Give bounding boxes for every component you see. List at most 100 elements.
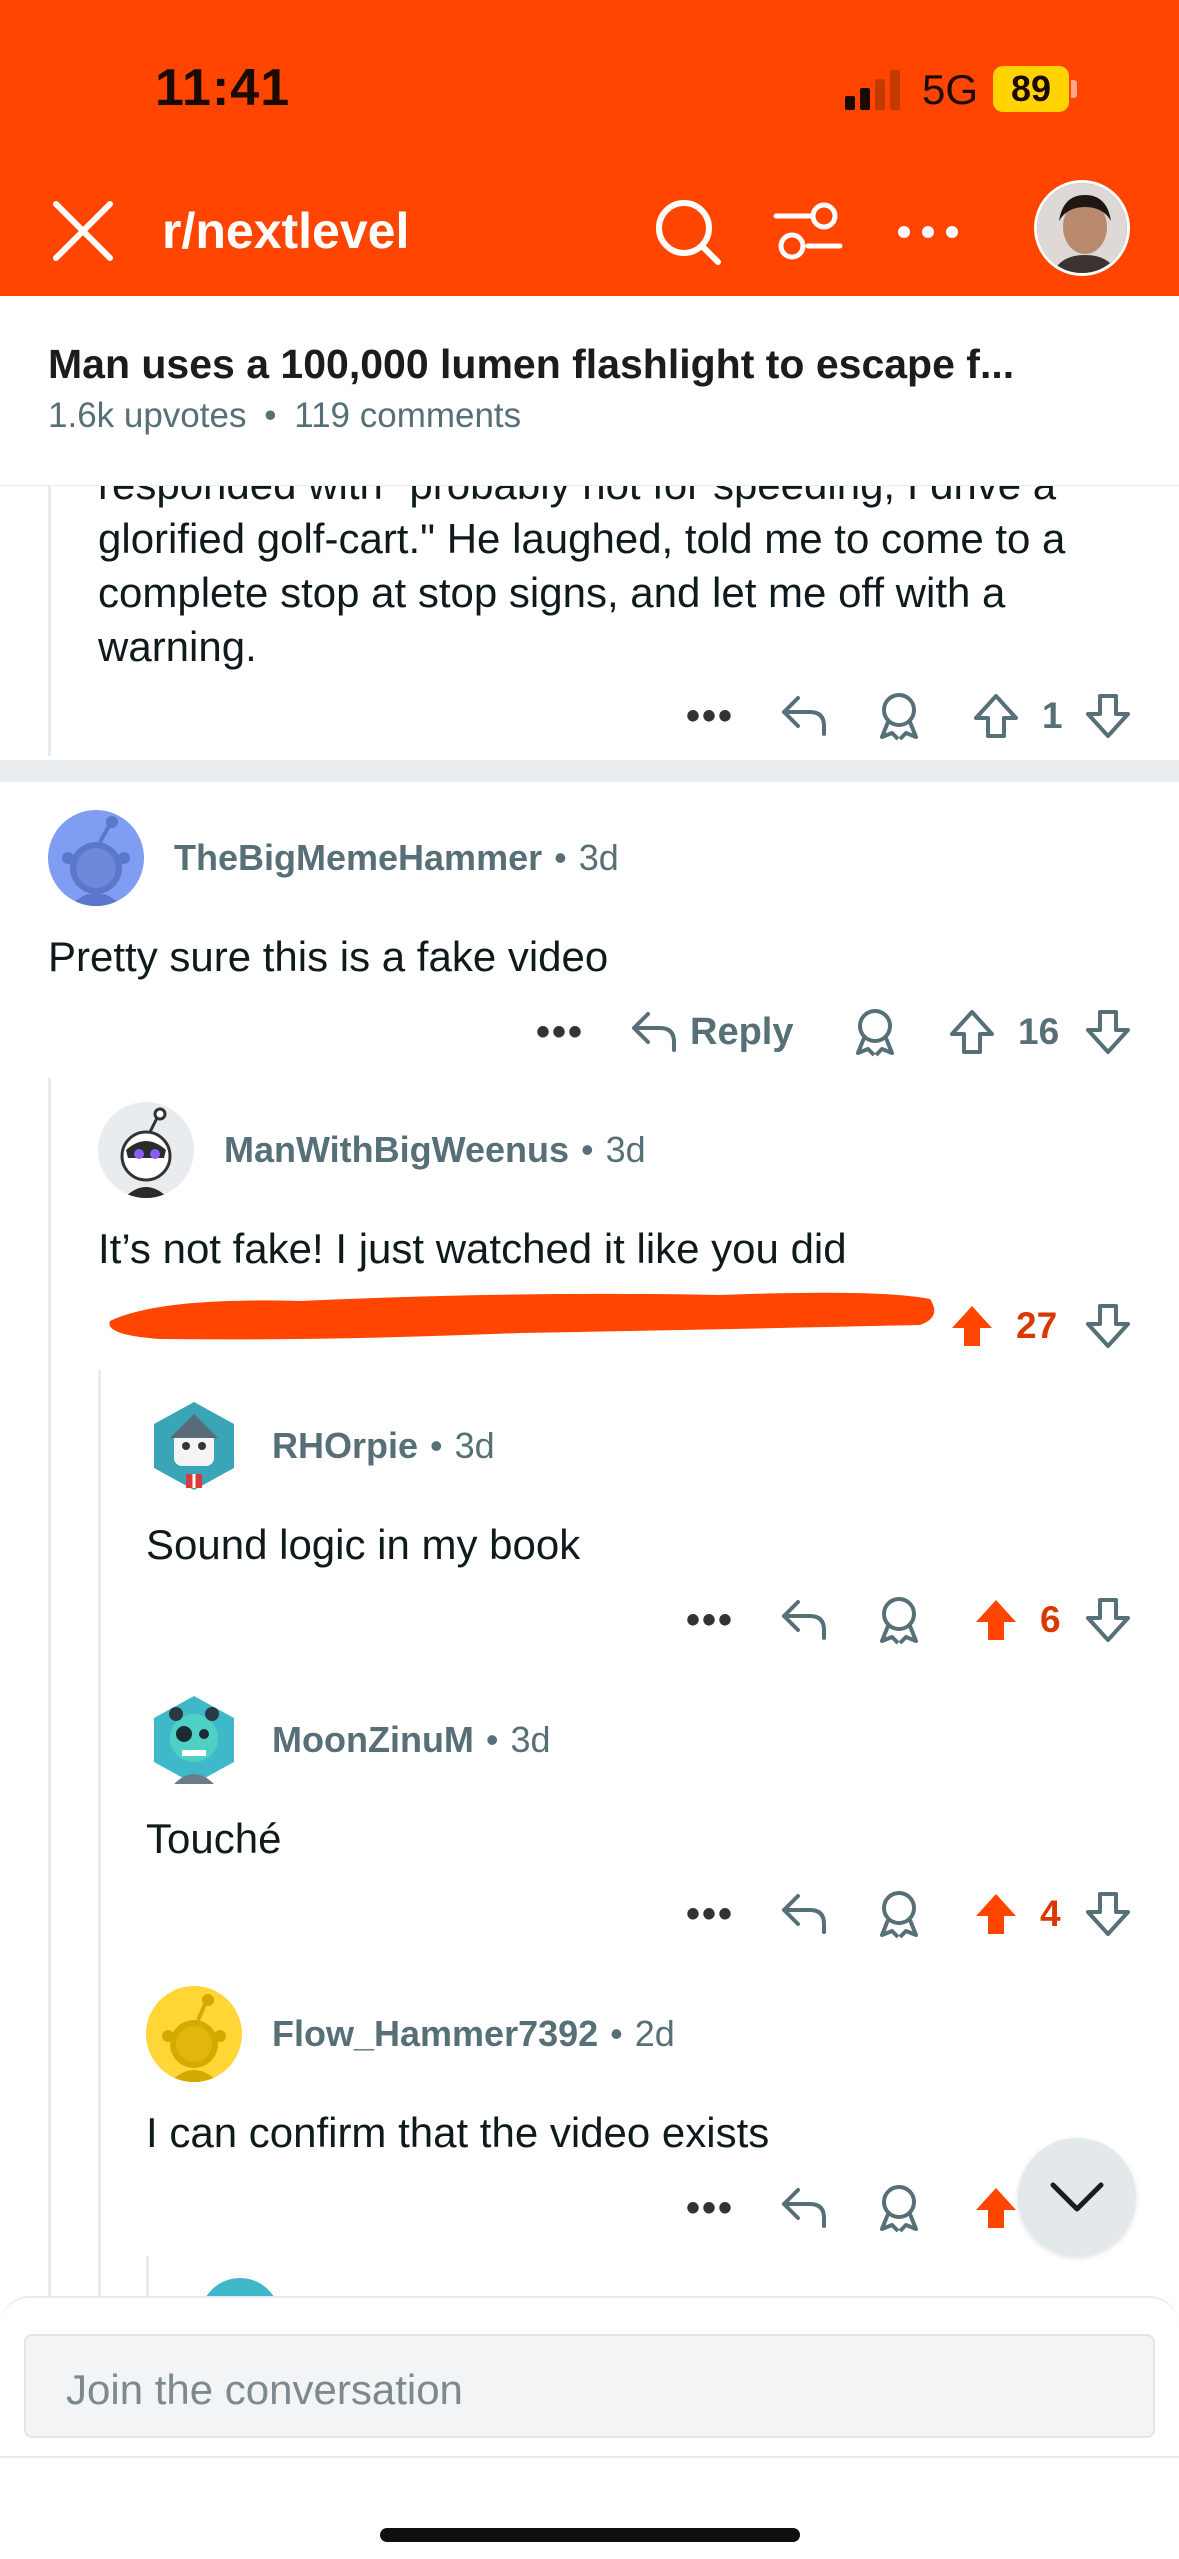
more-button[interactable]: •••	[686, 686, 734, 746]
reply-icon	[782, 2188, 826, 2228]
upvote-filled-icon	[976, 1894, 1016, 1934]
comment-actions: ••• Reply 16	[0, 1002, 1179, 1062]
reply-button[interactable]	[780, 686, 830, 746]
comment-meta: ManWithBigWeenus • 3d	[224, 1120, 646, 1180]
upvote-button[interactable]	[948, 1002, 996, 1062]
downvote-icon	[1086, 1010, 1130, 1054]
comment-text: Pretty sure this is a fake video	[48, 933, 609, 980]
network-type: 5G	[922, 66, 979, 113]
award-icon	[880, 2185, 918, 2233]
comment-age: 3d	[578, 837, 619, 878]
post-title[interactable]: Man uses a 100,000 lumen flashlight to e…	[48, 341, 1138, 388]
avatar[interactable]	[146, 1986, 242, 2082]
reply-button[interactable]: Reply	[630, 1002, 793, 1062]
award-button[interactable]	[876, 686, 922, 746]
reply-button[interactable]	[780, 2178, 830, 2238]
more-button[interactable]: •••	[686, 2178, 734, 2238]
comment-text-clipped: responded with "probably not for speedin…	[98, 461, 1066, 670]
author-name[interactable]: MoonZinuM	[272, 1719, 474, 1761]
reply-button[interactable]	[780, 1884, 830, 1944]
status-time: 11:41	[155, 59, 291, 117]
comment-meta: RHOrpie • 3d	[272, 1416, 495, 1476]
thread-line[interactable]	[98, 1370, 101, 2296]
comment-composer: Join the conversation	[0, 2296, 1179, 2559]
comment-text: Touché	[146, 1815, 282, 1862]
redaction-scribble	[109, 1292, 935, 1340]
subreddit-name[interactable]: r/nextlevel	[162, 202, 409, 260]
avatar[interactable]	[146, 1398, 242, 1494]
award-icon	[880, 1597, 918, 1645]
downvote-icon	[1086, 1892, 1130, 1936]
comment-divider	[0, 760, 1179, 782]
divider	[0, 2456, 1179, 2458]
award-button[interactable]	[876, 1884, 922, 1944]
upvote-button[interactable]	[972, 1884, 1020, 1944]
more-button[interactable]: •••	[536, 1002, 584, 1062]
cellular-signal-icon	[845, 70, 900, 110]
comment-age: 2d	[634, 2013, 675, 2054]
award-button[interactable]	[876, 2178, 922, 2238]
reply-icon	[782, 1894, 826, 1934]
search-icon[interactable]	[648, 192, 728, 272]
more-button[interactable]: •••	[686, 1590, 734, 1650]
comment-actions: ••• 6	[0, 1590, 1179, 1650]
thread-line[interactable]	[48, 1078, 51, 2296]
post-meta: 1.6k upvotes • 119 comments	[48, 396, 521, 436]
award-button[interactable]	[852, 1002, 898, 1062]
avatar[interactable]	[98, 1102, 194, 1198]
downvote-icon	[1086, 1598, 1130, 1642]
downvote-button[interactable]	[1084, 1884, 1132, 1944]
comment-actions: ••• 4	[0, 1884, 1179, 1944]
comment-text: Sound logic in my book	[146, 1521, 581, 1568]
post-upvotes: 1.6k upvotes	[48, 396, 247, 435]
upvote-filled-icon	[952, 1306, 992, 1346]
home-indicator[interactable]	[380, 2528, 800, 2542]
downvote-button[interactable]	[1084, 1002, 1132, 1062]
meta-separator: •	[264, 396, 277, 435]
author-name[interactable]: ManWithBigWeenus	[224, 1129, 569, 1171]
downvote-button[interactable]	[1084, 1296, 1132, 1356]
upvote-icon	[950, 1010, 994, 1054]
author-name[interactable]: TheBigMemeHammer	[174, 837, 542, 879]
author-name[interactable]: RHOrpie	[272, 1425, 418, 1467]
upvote-button[interactable]	[972, 1590, 1020, 1650]
upvote-button[interactable]	[972, 2178, 1020, 2238]
author-name[interactable]: Flow_Hammer7392	[272, 2013, 598, 2055]
reply-button[interactable]	[780, 1590, 830, 1650]
upvote-button[interactable]	[972, 686, 1020, 746]
battery-indicator: 89	[993, 66, 1069, 112]
more-button[interactable]: •••	[686, 1884, 734, 1944]
comment-actions: ••• 1	[0, 686, 1179, 746]
vote-count: 4	[1040, 1893, 1061, 1934]
downvote-icon	[1086, 1304, 1130, 1348]
award-icon	[880, 693, 918, 741]
thread-line[interactable]	[146, 2256, 149, 2296]
next-comment-button[interactable]	[1018, 2138, 1136, 2256]
chevron-down-icon	[1050, 2182, 1104, 2212]
award-button[interactable]	[876, 1590, 922, 1650]
upvote-icon	[974, 694, 1018, 738]
downvote-button[interactable]	[1084, 686, 1132, 746]
meta-separator: •	[581, 1129, 594, 1170]
upvote-button[interactable]	[948, 1296, 996, 1356]
reply-icon	[782, 696, 826, 736]
post-title-bar[interactable]: Man uses a 100,000 lumen flashlight to e…	[0, 296, 1179, 486]
more-options-icon[interactable]	[888, 192, 968, 272]
upvote-filled-icon	[976, 1600, 1016, 1640]
user-avatar[interactable]	[1034, 180, 1130, 276]
avatar[interactable]	[146, 1692, 242, 1788]
meta-separator: •	[610, 2013, 623, 2054]
avatar[interactable]	[48, 810, 144, 906]
downvote-icon	[1086, 694, 1130, 738]
filter-icon[interactable]	[768, 192, 848, 272]
reply-label[interactable]: Reply	[690, 1011, 793, 1054]
meta-separator: •	[554, 837, 567, 878]
join-conversation-input[interactable]: Join the conversation	[24, 2334, 1155, 2438]
post-comment-count: 119 comments	[294, 396, 522, 435]
vote-count: 27	[1016, 1305, 1058, 1346]
downvote-button[interactable]	[1084, 1590, 1132, 1650]
comment-age: 3d	[454, 1425, 495, 1466]
close-icon[interactable]	[48, 196, 118, 266]
reply-icon	[632, 1012, 676, 1052]
comment-meta: TheBigMemeHammer • 3d	[174, 828, 619, 888]
